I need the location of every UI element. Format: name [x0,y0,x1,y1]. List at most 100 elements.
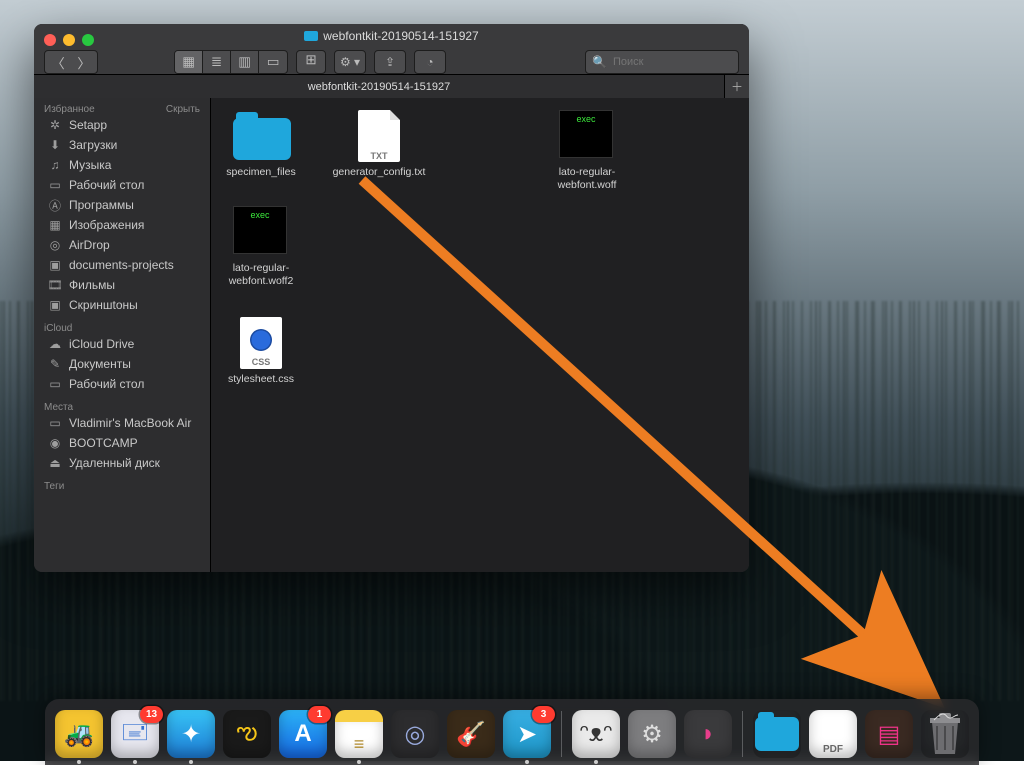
window-titlebar[interactable]: webfontkit-20190514-151927 〈 〉 ▦ ≣ ▥ ▭ ⊞… [34,24,749,75]
dock-clean[interactable]: ◗ [684,710,732,758]
download-icon: ⬇ [48,138,62,152]
dock-safari[interactable]: ✦ [167,710,215,758]
sidebar-item-setapp[interactable]: ✲ Setapp [34,115,210,135]
search-field[interactable]: 🔍 [585,50,739,74]
action-menu-button[interactable]: ⚙︎ ▾ [334,50,366,74]
finder-sidebar: ИзбранноеСкрыть✲Setapp⬇Загрузки♫Музыка▭Р… [34,98,211,572]
sidebar-item--[interactable]: ⏏Удаленный диск [34,453,210,473]
sidebar-item-vladimir-s-macbook-air[interactable]: ▭Vladimir's MacBook Air [34,413,210,433]
dock-pdf[interactable]: PDF [809,710,857,758]
finder-content[interactable]: specimen_filesTXTgenerator_config.txtexe… [211,98,749,572]
sidebar-item--[interactable]: ▭Рабочий стол [34,374,210,394]
folder-icon [304,31,318,41]
tab-bar: webfontkit-20190514-151927 ＋ [34,75,749,99]
css-file-icon: CSS [240,317,282,369]
dock-stack[interactable]: ▤ [865,710,913,758]
sidebar-item-label: Фильмы [69,278,115,292]
sidebar-item-label: Программы [69,198,134,212]
dock-folder[interactable] [753,710,801,758]
sidebar-item-label: Рабочий стол [69,377,144,391]
list-view-button[interactable]: ≣ [203,51,231,73]
dock: 🚜 🖃13✦ఌA1 ≡ ◎ 🎸 ➤3 ᵔᴥᵔ⚙︎ ◗ PDF ▤ [0,691,1024,761]
airdrop-icon: ◎ [48,238,62,252]
eject-icon: ⏏ [48,456,62,470]
laptop-icon: ▭ [48,416,62,430]
sidebar-item-icloud-drive[interactable]: ☁ iCloud Drive [34,334,210,354]
file-label: stylesheet.css [228,373,294,386]
file-generator-config-txt[interactable]: TXTgenerator_config.txt [335,110,423,192]
folder-icon [233,118,291,160]
dock-trash[interactable] [921,710,969,758]
dock-butterfly[interactable]: ఌ [223,710,271,758]
grid-icon: ✲ [48,118,62,132]
sidebar-item-label: Рабочий стол [69,178,144,192]
nav-buttons: 〈 〉 [44,50,98,74]
new-tab-button[interactable]: ＋ [724,75,749,98]
sidebar-item--[interactable]: Ⓐ Программы [34,195,210,215]
stack-icon: ▤ [878,720,901,749]
dock-forklift[interactable]: 🚜 [55,710,103,758]
sidebar-item--t-[interactable]: ▣ Скриншtоны [34,295,210,315]
file-lato-regular-webfont-woff[interactable]: execlato-regular-webfont.woff [543,110,631,192]
telegram-icon: ➤ [517,720,537,749]
forklift-icon: 🚜 [64,720,94,749]
sidebar-item--[interactable]: ♫Музыка [34,155,210,175]
search-input[interactable] [611,55,732,69]
pdf-icon: PDF [823,744,843,755]
arrange-button[interactable]: ⊞ ▾ [297,51,325,73]
sidebar-section-title: Избранное [44,104,95,115]
file-stylesheet-css[interactable]: CSS stylesheet.css [217,317,305,386]
desktop-icon: ▭ [48,178,62,192]
appstore-icon: A [294,720,311,748]
badge: 3 [532,706,555,723]
sidebar-item-bootcamp[interactable]: ◉BOOTCAMP [34,433,210,453]
dock-bear[interactable]: ᵔᴥᵔ [572,710,620,758]
sidebar-item-documents-projects[interactable]: ▣documents-projects [34,255,210,275]
file-label: lato-regular-webfont.woff [543,166,631,192]
share-button[interactable]: ⇪ [374,50,406,74]
tags-button[interactable]: ◔ [414,50,446,74]
dock-notes[interactable]: ≡ [335,710,383,758]
film-icon: 🎞 [48,278,62,292]
sidebar-item--[interactable]: ▦Изображения [34,215,210,235]
guitar-icon: 🎸 [456,720,486,749]
dock-separator [561,711,562,757]
gallery-view-button[interactable]: ▭ [259,51,287,73]
sidebar-section-title: Места [44,402,73,413]
sidebar-item--[interactable]: ▭ Рабочий стол [34,175,210,195]
dock-telegram[interactable]: ➤3 [503,710,551,758]
finder-tab[interactable]: webfontkit-20190514-151927 [34,75,724,98]
sidebar-item-label: Setapp [69,118,107,132]
sidebar-section-title: iCloud [44,323,72,334]
file-label: generator_config.txt [333,166,426,179]
sidebar-item-label: AirDrop [69,238,110,252]
forward-button[interactable]: 〉 [71,51,97,73]
folder-icon: ▣ [48,258,62,272]
sidebar-item-label: iCloud Drive [69,337,134,351]
file-lato-regular-webfont-woff2[interactable]: execlato-regular-webfont.woff2 [217,206,305,288]
icon-view-button[interactable]: ▦ [175,51,203,73]
sidebar-item--[interactable]: 🎞 Фильмы [34,275,210,295]
finder-window: webfontkit-20190514-151927 〈 〉 ▦ ≣ ▥ ▭ ⊞… [34,24,749,572]
sidebar-item-label: Скриншtоны [69,298,138,312]
dock-mail[interactable]: 🖃13 [111,710,159,758]
column-view-button[interactable]: ▥ [231,51,259,73]
file-specimen-files[interactable]: specimen_files [217,110,305,192]
folder-icon: ▣ [48,298,62,312]
sidebar-item-airdrop[interactable]: ◎ AirDrop [34,235,210,255]
apps-icon: Ⓐ [48,198,62,212]
dock-garageband[interactable]: 🎸 [447,710,495,758]
back-button[interactable]: 〈 [45,51,71,73]
notes-icon: ≡ [354,734,365,755]
view-mode-segment: ▦ ≣ ▥ ▭ [174,50,288,74]
cloud-icon: ☁ [48,337,62,351]
dock-logic[interactable]: ◎ [391,710,439,758]
dock-settings[interactable]: ⚙︎ [628,710,676,758]
sidebar-item--[interactable]: ✎Документы [34,354,210,374]
trash-icon [923,710,967,758]
sidebar-hide-button[interactable]: Скрыть [166,104,200,115]
dock-appstore[interactable]: A1 [279,710,327,758]
sidebar-item-label: Изображения [69,218,144,232]
cleaner-icon: ◗ [701,720,716,748]
sidebar-item--[interactable]: ⬇Загрузки [34,135,210,155]
